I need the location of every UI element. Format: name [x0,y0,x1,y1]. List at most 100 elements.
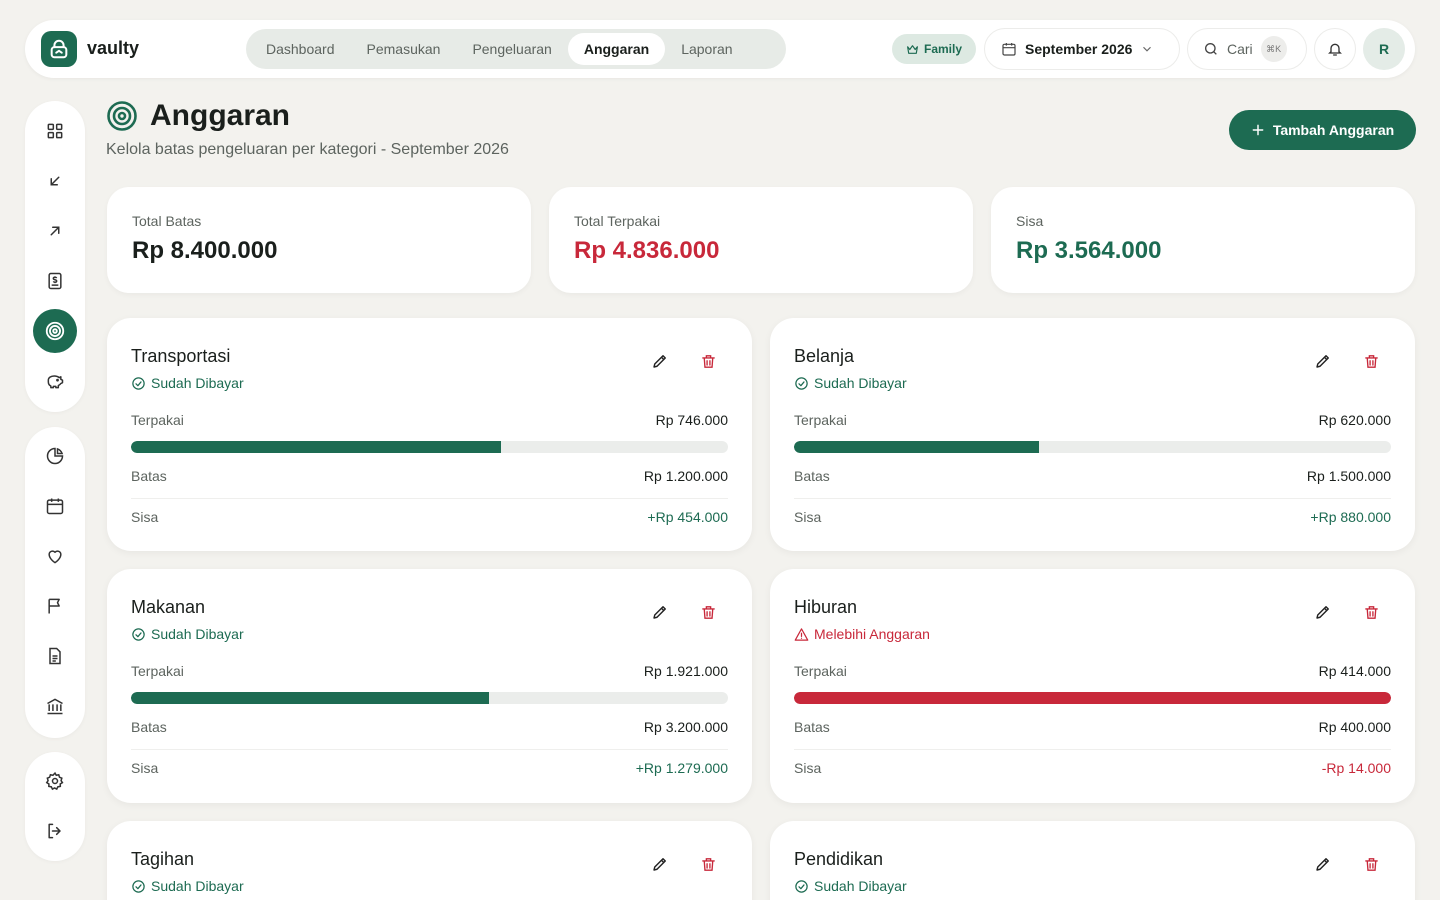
pencil-icon [653,858,666,871]
budget-category-name: Belanja [794,346,855,366]
tab-laporan[interactable]: Laporan [665,33,748,65]
limit-row: Batas Rp 400.000 [794,719,1391,735]
delete-button[interactable] [1359,852,1383,876]
calendar-icon [1002,43,1016,56]
budget-card: Belanja Sudah Dibayar Terpakai Rp 620.00… [770,318,1415,551]
search-icon [1205,43,1217,55]
summary-card-remaining: Sisa Rp 3.564.000 [991,187,1415,293]
edit-button[interactable] [1311,852,1335,876]
summary-label: Total Batas [132,213,202,229]
sidebar-item-documents[interactable] [33,634,77,678]
sidebar-item-calendar[interactable] [33,484,77,528]
avatar[interactable]: R [1363,28,1405,70]
sidebar-item-goals[interactable] [33,584,77,628]
remaining-row: Sisa +Rp 880.000 [794,509,1391,525]
sidebar-item-expense[interactable] [33,209,77,253]
edit-button[interactable] [648,852,672,876]
budget-category-name: Transportasi [131,346,231,366]
month-picker[interactable]: September 2026 [984,28,1180,70]
remaining-value: -Rp 14.000 [1321,760,1391,776]
remaining-label: Sisa [794,760,822,776]
piggy-bank-icon [47,375,64,389]
logout-icon [48,823,61,839]
pencil-icon [1316,355,1329,368]
flag-icon [48,598,60,614]
used-row: Terpakai Rp 746.000 [131,412,728,428]
limit-row: Batas Rp 1.500.000 [794,468,1391,484]
budget-status: Sudah Dibayar [131,878,244,894]
delete-button[interactable] [696,349,720,373]
plus-icon [1252,124,1264,136]
tab-dashboard[interactable]: Dashboard [250,33,351,65]
divider [131,749,728,750]
check-circle-icon [795,879,808,893]
sidebar-item-reports[interactable] [33,434,77,478]
check-circle-icon [132,376,145,390]
delete-button[interactable] [1359,600,1383,624]
search-shortcut: ⌘K [1260,36,1287,62]
sidebar-item-bills[interactable] [33,259,77,303]
budget-status-label: Sudah Dibayar [151,375,244,391]
sidebar-item-logout[interactable] [33,809,77,853]
delete-button[interactable] [696,852,720,876]
sidebar-item-dashboard[interactable] [33,109,77,153]
trash-icon [701,857,715,871]
summary-label: Sisa [1016,213,1044,229]
sidebar-item-savings[interactable] [33,359,77,403]
calendar-icon [46,498,64,515]
limit-label: Batas [794,468,830,484]
logo-icon[interactable] [41,31,77,67]
check-circle-icon [132,879,145,893]
remaining-row: Sisa +Rp 1.279.000 [131,760,728,776]
sidebar-group-main [25,101,85,412]
remaining-row: Sisa +Rp 454.000 [131,509,728,525]
sidebar-group-tools [25,427,85,738]
limit-row: Batas Rp 3.200.000 [131,719,728,735]
search-label: Cari [1227,41,1253,57]
sidebar-item-wishlist[interactable] [33,534,77,578]
edit-button[interactable] [648,600,672,624]
heart-icon [48,550,62,564]
document-icon [49,647,61,665]
divider [131,498,728,499]
chevron-down-icon [1143,46,1152,52]
delete-button[interactable] [1359,349,1383,373]
sidebar-item-settings[interactable] [33,759,77,803]
budget-category-name: Pendidikan [794,849,884,869]
sidebar-item-budget[interactable] [33,309,77,353]
used-value: Rp 746.000 [655,412,728,428]
page-subtitle: Kelola batas pengeluaran per kategori - … [106,141,509,158]
remaining-label: Sisa [131,760,159,776]
used-row: Terpakai Rp 1.921.000 [131,663,728,679]
tab-pemasukan[interactable]: Pemasukan [351,33,457,65]
budget-card: Makanan Sudah Dibayar Terpakai Rp 1.921.… [107,569,752,803]
month-label: September 2026 [1025,41,1133,57]
divider [794,498,1391,499]
edit-button[interactable] [1311,349,1335,373]
progress-bar [131,441,728,453]
plan-badge: Family [892,34,976,64]
remaining-row: Sisa -Rp 14.000 [794,760,1391,776]
sidebar-item-income[interactable] [33,159,77,203]
used-value: Rp 414.000 [1318,663,1391,679]
sidebar-group-account [25,752,85,861]
delete-button[interactable] [696,600,720,624]
sidebar-item-accounts[interactable] [33,684,77,728]
trash-icon [1364,605,1378,619]
pencil-icon [653,355,666,368]
progress-fill [794,692,1391,704]
edit-button[interactable] [1311,600,1335,624]
search-button[interactable]: Cari ⌘K [1187,28,1307,70]
budget-category-name: Hiburan [794,597,858,617]
add-budget-button[interactable]: Tambah Anggaran [1229,110,1416,150]
edit-button[interactable] [648,349,672,373]
budget-status: Sudah Dibayar [794,375,907,391]
tab-anggaran[interactable]: Anggaran [567,33,666,65]
budget-status-label: Melebihi Anggaran [814,626,930,642]
tab-pengeluaran[interactable]: Pengeluaran [456,33,567,65]
trash-icon [1364,857,1378,871]
limit-label: Batas [131,719,167,735]
notifications-button[interactable] [1314,28,1356,70]
summary-value: Rp 4.836.000 [574,237,720,264]
remaining-value: +Rp 1.279.000 [635,760,728,776]
